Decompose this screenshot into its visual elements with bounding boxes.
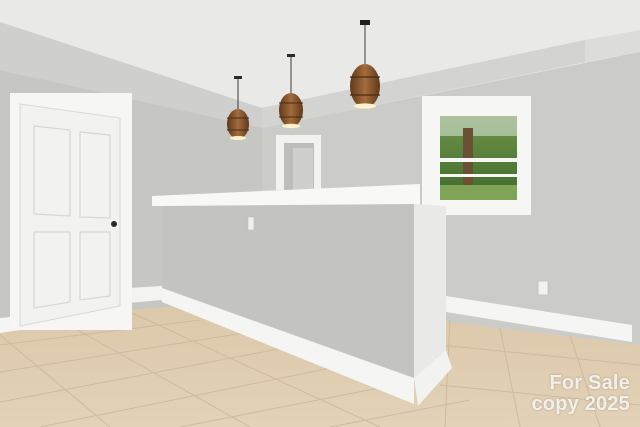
photo-scene: For Sale copy 2025 <box>0 0 640 427</box>
wall-outlet <box>537 280 549 296</box>
bar-end-wall <box>414 204 446 378</box>
room-illustration <box>0 0 640 427</box>
bar-outlet <box>247 216 255 231</box>
door-knob <box>111 221 117 227</box>
watermark-line2: copy 2025 <box>531 393 630 415</box>
window-muntin <box>440 158 517 162</box>
watermark: For Sale copy 2025 <box>531 373 630 415</box>
watermark-line1: For Sale <box>549 372 630 394</box>
